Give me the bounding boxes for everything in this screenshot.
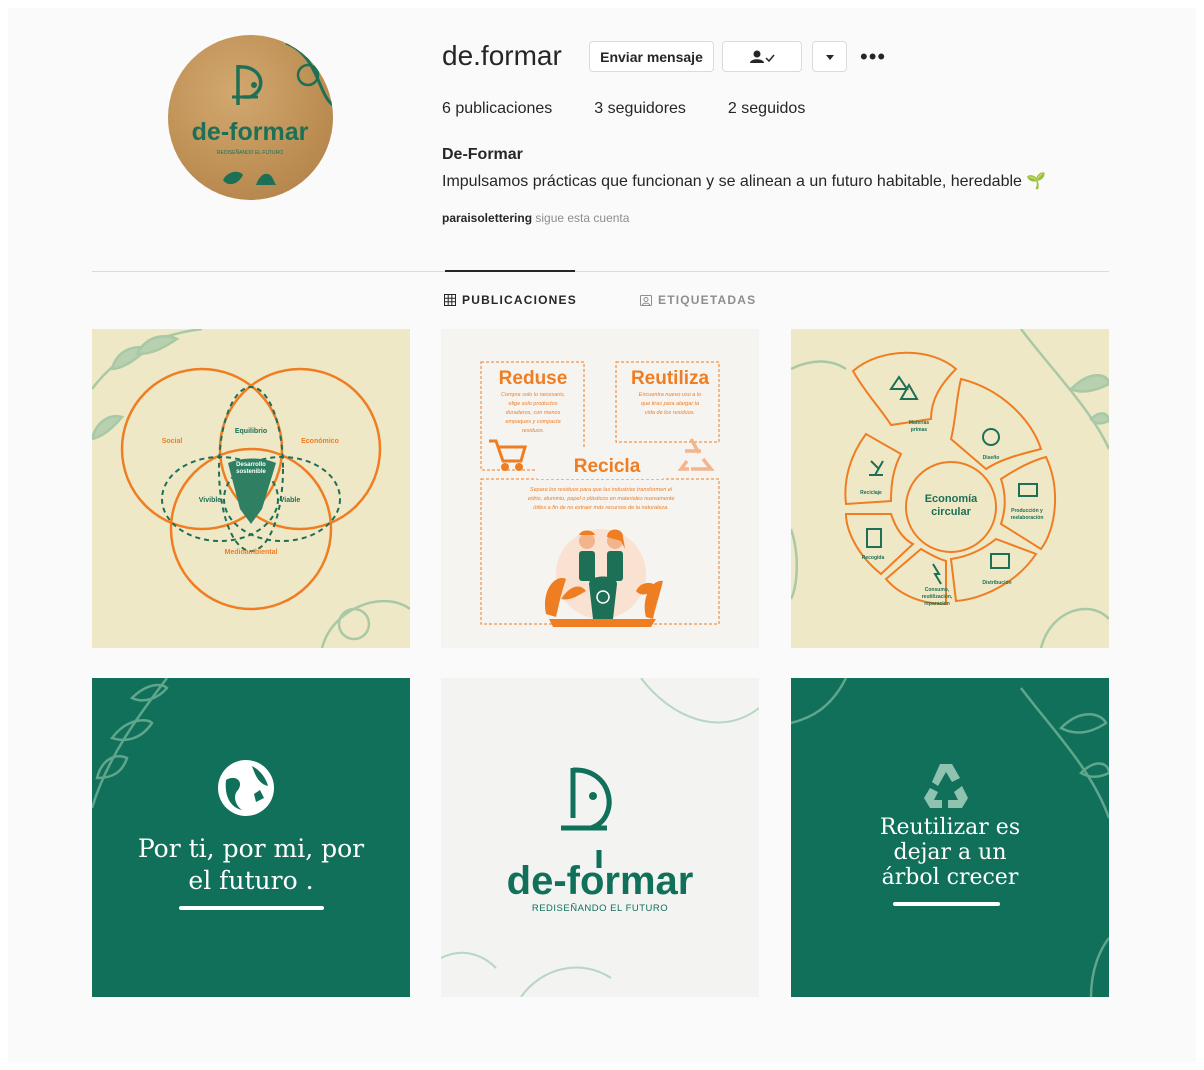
followed-by-user[interactable]: paraisolettering [442,211,532,225]
svg-text:Compra solo lo necesario,: Compra solo lo necesario, [501,392,565,398]
svg-text:Encuentra nuevo uso a lo: Encuentra nuevo uso a lo [639,392,701,398]
followed-by-text: sigue esta cuenta [532,211,630,225]
svg-text:Separa los residuos para que l: Separa los residuos para que las industr… [530,487,673,493]
post5-brand: de-formar [507,859,694,903]
venn-graphic: Social Económico Medioambiental Equilibr… [92,329,410,648]
venn-label-desarrollo: Desarrollo [236,462,266,468]
post4-underline [179,906,324,910]
circular-title-2: circular [931,506,971,518]
globe-recycle-icon [218,760,274,816]
tab-posts-label: PUBLICACIONES [462,293,577,307]
svg-text:Diseño: Diseño [983,455,1000,461]
post4-line2: el futuro . [188,866,314,895]
rrr-graphic: Reduse Reutiliza Recicla Compra solo lo … [480,361,720,627]
post-circular-economy[interactable]: Economía circular Materias primas Diseño… [791,329,1109,648]
venn-label-social: Social [162,438,183,445]
svg-text:residuos.: residuos. [522,428,544,434]
profile-stats: 6 publicaciones 3 seguidores 2 seguidos [442,100,805,118]
svg-text:vidrio, aluminio, papel o plás: vidrio, aluminio, papel o plásticos en m… [527,496,674,502]
svg-text:elige solo productos: elige solo productos [509,401,558,407]
svg-text:útiles a fin de no extraer más: útiles a fin de no extraer más recursos … [533,505,668,511]
followers-count[interactable]: 3 seguidores [594,100,686,118]
profile-avatar[interactable]: de-formar REDISEÑANDO EL FUTURO [168,35,333,200]
following-button[interactable] [722,41,802,72]
svg-text:vida de los residuos.: vida de los residuos. [645,410,695,416]
post6-underline [893,902,1000,906]
svg-text:que tiras para alargar la: que tiras para alargar la [641,401,699,407]
svg-text:Reciclaje: Reciclaje [860,490,882,496]
svg-text:Recogida: Recogida [862,555,885,561]
post-por-ti-por-mi[interactable]: Por ti, por mi, por el futuro . [92,678,410,997]
post6-line1: Reutilizar es [879,815,1021,840]
svg-text:Distribución: Distribución [982,580,1011,586]
venn-label-vivible: Vivible [199,497,222,504]
post4-line1: Por ti, por mi, por [137,834,365,863]
tabs-divider [92,271,1109,272]
venn-label-sostenible: sostenible [236,469,266,475]
rrr-title-recicla: Recicla [574,456,641,477]
posts-count: 6 publicaciones [442,100,553,117]
svg-text:Consumo,: Consumo, [925,587,950,593]
rrr-title-reutiliza: Reutiliza [631,368,710,389]
svg-text:empaques y compacta: empaques y compacta [505,419,560,425]
post6-line2: dejar a un [893,840,1007,865]
svg-text:reparación: reparación [924,601,950,607]
post5-tagline: REDISEÑANDO EL FUTURO [532,903,668,914]
active-tab-indicator [445,270,575,272]
recycle-icon [924,764,968,808]
profile-full-name: De-Formar [442,146,523,163]
circular-title-1: Economía [925,493,978,505]
tab-tagged-label: ETIQUETADAS [658,293,757,307]
grid-icon [444,294,456,306]
tab-posts[interactable]: PUBLICACIONES [444,293,577,307]
chevron-down-icon [825,54,834,60]
svg-text:Materias: Materias [909,420,930,426]
suggestions-dropdown-button[interactable] [812,41,847,72]
more-options-icon[interactable]: ••• [860,44,886,70]
svg-text:primas: primas [911,427,928,433]
cart-icon [489,439,527,471]
circular-economy-graphic: Economía circular Materias primas Diseño… [791,329,1109,648]
recycle-icon [677,438,715,471]
venn-label-equilibrio: Equilibrio [235,428,267,435]
followed-by[interactable]: paraisolettering sigue esta cuenta [442,211,629,225]
venn-label-medioambiental: Medioambiental [225,549,278,556]
post-venn-diagram[interactable]: Social Económico Medioambiental Equilibr… [92,329,410,648]
post-logo[interactable]: de-formar REDISEÑANDO EL FUTURO [441,678,759,997]
send-message-button[interactable]: Enviar mensaje [589,41,714,72]
profile-bio: Impulsamos prácticas que funcionan y se … [442,173,1047,190]
svg-text:Producción y: Producción y [1011,508,1043,514]
post5-logo-graphic: de-formar REDISEÑANDO EL FUTURO [441,678,759,997]
post-reduce-reuse-recycle[interactable]: Reduse Reutiliza Recicla Compra solo lo … [441,329,759,648]
user-check-icon [750,50,775,63]
rrr-title-reduse: Reduse [499,368,568,389]
avatar-tagline: REDISEÑANDO EL FUTURO [217,149,283,156]
venn-label-viable: Viable [280,497,301,504]
following-count[interactable]: 2 seguidos [728,100,805,118]
tab-tagged[interactable]: ETIQUETADAS [640,293,756,307]
tagged-user-icon [640,295,652,306]
post6-line3: árbol crecer [881,865,1019,890]
profile-username: de.formar [442,40,562,71]
svg-text:reelaboración: reelaboración [1011,515,1044,521]
avatar-logo: de-formar REDISEÑANDO EL FUTURO [192,41,333,185]
post-reutilizar[interactable]: Reutilizar es dejar a un árbol crecer [791,678,1109,997]
svg-text:reutilización,: reutilización, [922,594,953,600]
venn-label-economico: Económico [301,438,339,445]
avatar-brand: de-formar [192,118,309,146]
svg-text:duraderos, con menos: duraderos, con menos [506,410,561,416]
